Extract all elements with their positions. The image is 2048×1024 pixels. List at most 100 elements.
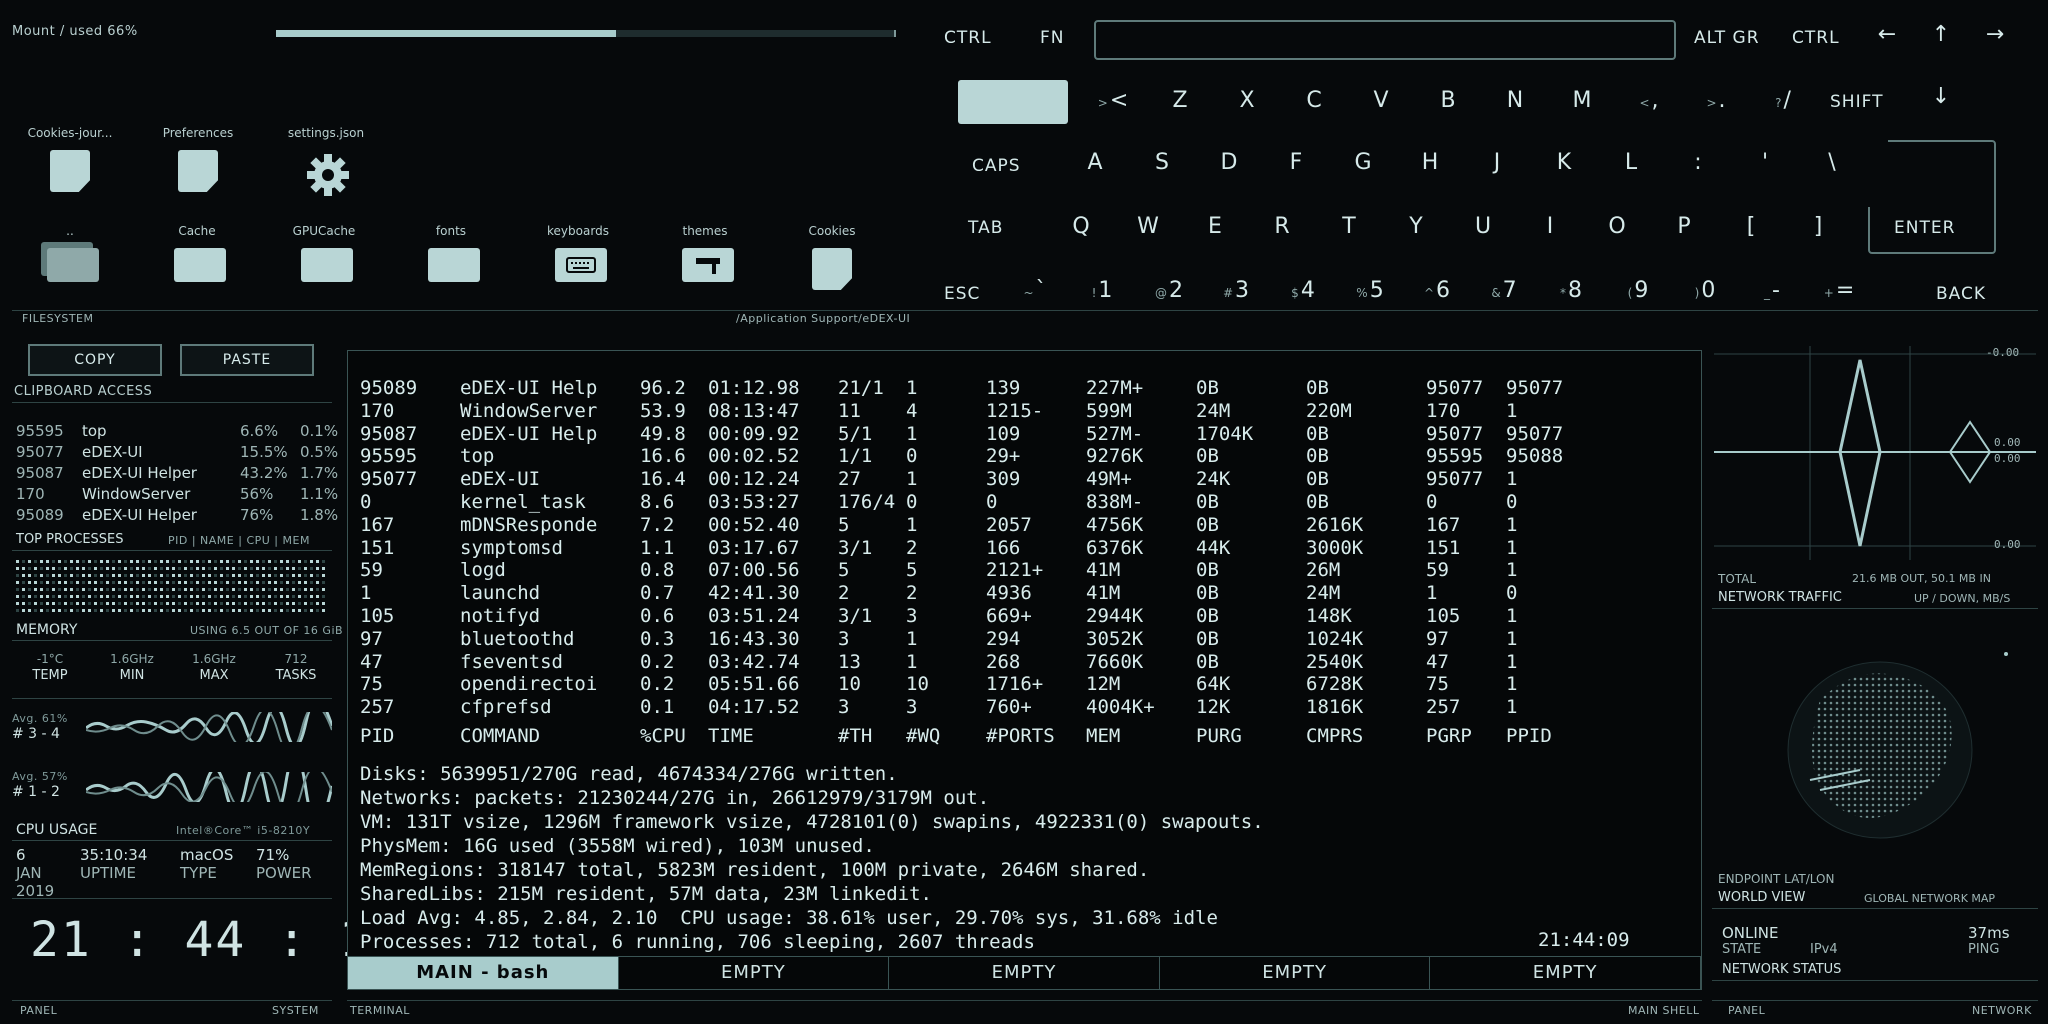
terminal-window[interactable]: 95089 eDEX-UI Help 96.2 01:12.98 21/1 1 139 227… (347, 350, 1702, 990)
key[interactable]: H (1407, 150, 1453, 175)
key[interactable]: += (1816, 278, 1862, 303)
key-ctrl-right[interactable]: CTRL (1792, 28, 1840, 48)
key[interactable]: [ (1728, 214, 1774, 239)
process-name: top (82, 422, 107, 440)
file-item[interactable]: Preferences (148, 126, 248, 194)
file-label: .. (66, 224, 74, 238)
arrow-up-icon[interactable]: ↑ (1918, 22, 1964, 47)
key[interactable]: M (1559, 88, 1605, 113)
key[interactable]: >< (1090, 88, 1136, 113)
cell: 109 (986, 422, 1021, 445)
top-process-row: 95089 eDEX-UI Helper 76% 1.8% (16, 506, 338, 526)
key[interactable]: ?/ (1760, 88, 1806, 113)
key[interactable]: )0 (1682, 278, 1728, 303)
copy-button[interactable]: COPY (28, 344, 162, 376)
file-item[interactable]: Cookies-jour... (20, 126, 120, 194)
top-process-row: 95595 top 6.6% 0.1% (16, 422, 338, 442)
key[interactable]: _- (1749, 278, 1795, 303)
key[interactable]: @2 (1146, 278, 1192, 303)
key[interactable]: %5 (1347, 278, 1393, 303)
key[interactable]: G (1340, 150, 1386, 175)
key[interactable]: L (1608, 150, 1654, 175)
key[interactable]: A (1072, 150, 1118, 175)
key-space[interactable] (958, 80, 1068, 124)
file-item[interactable]: .. (20, 224, 120, 292)
arrow-down-icon[interactable]: ↓ (1918, 84, 1964, 109)
key[interactable]: S (1139, 150, 1185, 175)
key[interactable]: &7 (1481, 278, 1527, 303)
key[interactable]: (9 (1615, 278, 1661, 303)
key[interactable]: #3 (1213, 278, 1259, 303)
key[interactable]: U (1460, 214, 1506, 239)
key[interactable]: F (1273, 150, 1319, 175)
key[interactable]: N (1492, 88, 1538, 113)
key[interactable]: ' (1742, 150, 1788, 175)
keyboard-input-field[interactable] (1094, 20, 1676, 60)
cell: 669+ (986, 605, 1032, 627)
key[interactable]: ~` (1012, 278, 1058, 303)
terminal-tab-1[interactable]: MAIN - bash (348, 957, 619, 989)
key[interactable]: \ (1809, 150, 1855, 175)
key-label: ↑ (1931, 22, 1951, 47)
key-label: G (1354, 150, 1372, 175)
sysinfo-value: macOS (180, 846, 234, 864)
key[interactable]: : (1675, 150, 1721, 175)
key[interactable]: P (1661, 214, 1707, 239)
key[interactable]: X (1224, 88, 1270, 113)
terminal-tab-2[interactable]: EMPTY (619, 957, 890, 989)
key[interactable]: !1 (1079, 278, 1125, 303)
key-label: ALT GR (1694, 28, 1760, 48)
key-fn[interactable]: FN (1040, 28, 1065, 48)
key[interactable]: Q (1058, 214, 1104, 239)
key[interactable]: E (1192, 214, 1238, 239)
key-label: J (1493, 150, 1501, 175)
arrow-right-icon[interactable]: → (1972, 22, 2018, 47)
sysinfo-value: 71% (256, 846, 290, 864)
key[interactable]: ] (1795, 214, 1841, 239)
file-item[interactable]: settings.json (276, 126, 376, 196)
key[interactable]: I (1527, 214, 1573, 239)
terminal-tab-3[interactable]: EMPTY (889, 957, 1160, 989)
key[interactable]: R (1259, 214, 1305, 239)
paste-button[interactable]: PASTE (180, 344, 314, 376)
key[interactable]: $4 (1280, 278, 1326, 303)
key[interactable]: T (1326, 214, 1372, 239)
file-item[interactable]: GPUCache (274, 224, 374, 292)
terminal-tab-5[interactable]: EMPTY (1430, 957, 1701, 989)
file-item[interactable]: keyboards (528, 224, 628, 292)
key[interactable]: J (1474, 150, 1520, 175)
folder-icon (428, 248, 480, 292)
key[interactable]: Z (1157, 88, 1203, 113)
key-tab[interactable]: TAB (968, 218, 1003, 238)
cell: 170 (1426, 399, 1461, 422)
key[interactable]: B (1425, 88, 1471, 113)
key[interactable]: >. (1693, 88, 1739, 113)
column-header: #TH (838, 725, 873, 747)
key-enter-label[interactable]: ENTER (1894, 218, 1955, 238)
file-item[interactable]: fonts (401, 224, 501, 292)
arrow-left-icon[interactable]: ← (1864, 22, 1910, 47)
key-label: 1 (1098, 278, 1113, 303)
key[interactable]: C (1291, 88, 1337, 113)
key-esc[interactable]: ESC (944, 284, 980, 304)
terminal-tab-4[interactable]: EMPTY (1160, 957, 1431, 989)
key-shift[interactable]: SHIFT (1830, 92, 1883, 112)
file-label: Cookies (808, 224, 856, 238)
key[interactable]: V (1358, 88, 1404, 113)
file-item[interactable]: themes (655, 224, 755, 292)
key[interactable]: <, (1626, 88, 1672, 113)
key[interactable]: D (1206, 150, 1252, 175)
file-item[interactable]: Cookies (782, 224, 882, 292)
key[interactable]: O (1594, 214, 1640, 239)
key-ctrl-left[interactable]: CTRL (944, 28, 992, 48)
key-caps[interactable]: CAPS (972, 156, 1021, 176)
key[interactable]: ^6 (1414, 278, 1460, 303)
key[interactable]: Y (1393, 214, 1439, 239)
file-item[interactable]: Cache (147, 224, 247, 292)
key-backspace[interactable]: BACK (1936, 284, 1986, 304)
key-alt-gr[interactable]: ALT GR (1694, 28, 1760, 48)
key[interactable]: *8 (1548, 278, 1594, 303)
key[interactable]: W (1125, 214, 1171, 239)
key[interactable]: K (1541, 150, 1587, 175)
cell: launchd (460, 582, 541, 605)
